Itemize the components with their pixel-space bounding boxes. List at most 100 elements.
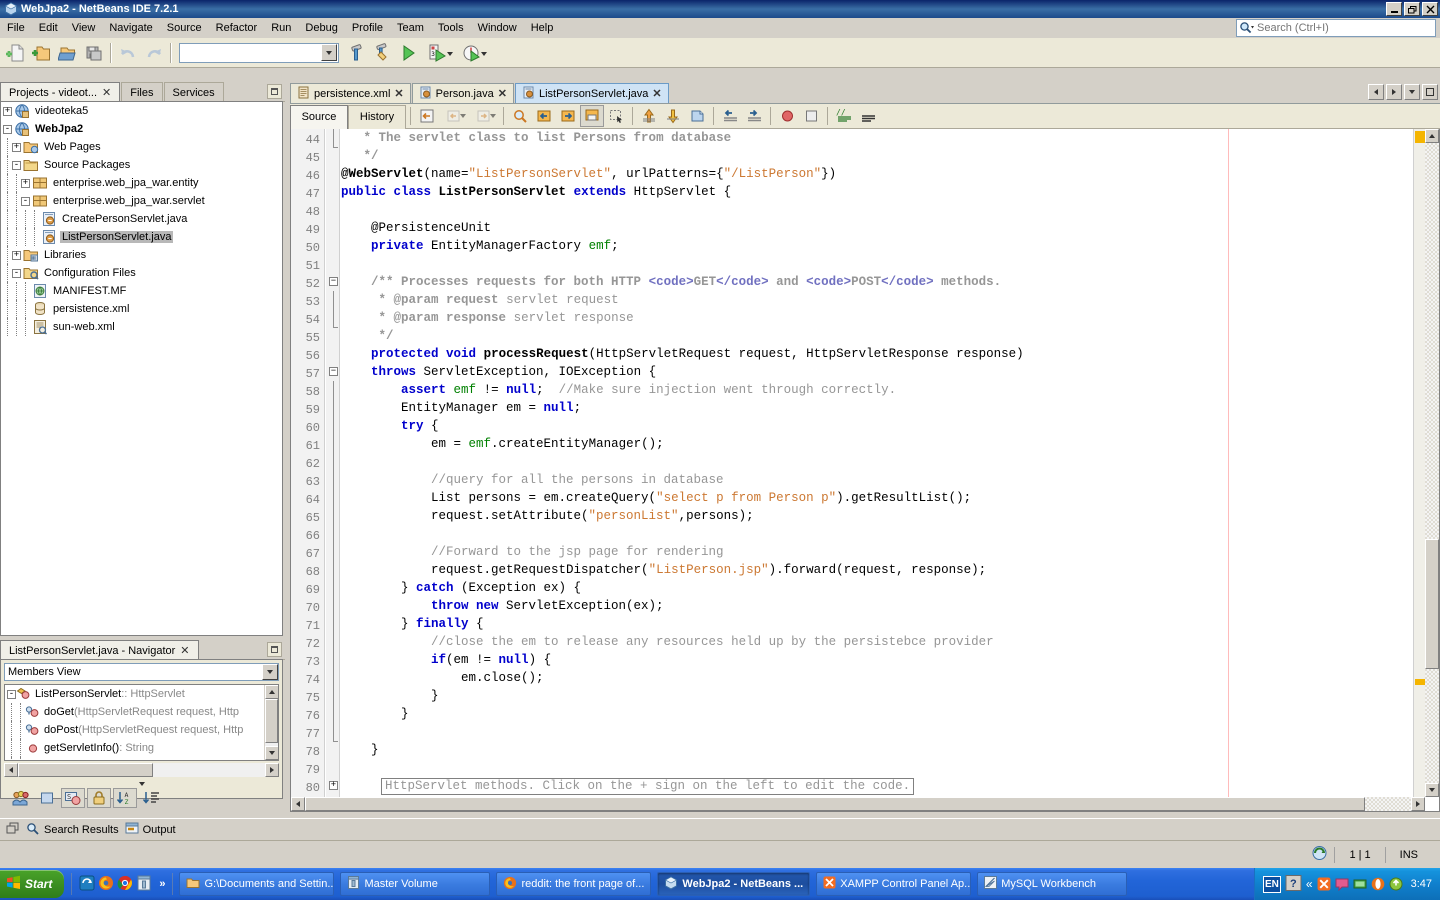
toggle-rectangular-selection-button[interactable] <box>604 105 628 127</box>
tree-item-source-packages[interactable]: - Source Packages <box>1 156 282 174</box>
shift-line-right-button[interactable] <box>742 105 766 127</box>
tree-item-createpersonservlet-java[interactable]: CreatePersonServlet.java <box>1 210 282 228</box>
update-tray-icon[interactable] <box>1389 877 1403 891</box>
menu-tools[interactable]: Tools <box>431 20 471 36</box>
code-line[interactable]: if(em != null) { <box>341 651 1439 669</box>
build-project-button[interactable] <box>343 41 369 65</box>
close-icon[interactable]: ✕ <box>652 87 661 100</box>
scroll-right-icon[interactable] <box>265 762 279 777</box>
tree-item-web-pages[interactable]: + Web Pages <box>1 138 282 156</box>
tree-item-manifest-mf[interactable]: MANIFEST.MF <box>1 282 282 300</box>
code-line[interactable]: @WebServlet(name="ListPersonServlet", ur… <box>341 165 1439 183</box>
network-tray-icon[interactable] <box>1353 877 1367 891</box>
quick-search-box[interactable] <box>1236 19 1436 37</box>
build-configuration-combo[interactable] <box>179 42 339 63</box>
tree-item-videoteka5[interactable]: + videoteka5 <box>1 102 282 120</box>
uncomment-button[interactable] <box>856 105 880 127</box>
clean-and-build-button[interactable] <box>369 41 395 65</box>
run-project-button[interactable] <box>395 41 421 65</box>
fold-expand-icon[interactable]: + <box>329 781 338 790</box>
scroll-tabs-right-button[interactable] <box>1386 84 1402 100</box>
taskbar-item-reddit[interactable]: reddit: the front page of... <box>496 872 652 896</box>
navigator-member-row[interactable]: processRequest(HttpServletRequest req <box>5 757 278 760</box>
volume-app-icon[interactable] <box>136 875 152 894</box>
code-line[interactable]: em.close(); <box>341 669 1439 687</box>
menu-refactor[interactable]: Refactor <box>209 20 265 36</box>
comment-button[interactable]: // <box>832 105 856 127</box>
show-static-members-button[interactable]: S <box>61 788 85 808</box>
previous-bookmark-button[interactable] <box>637 105 661 127</box>
tree-toggle-collapse-icon[interactable]: - <box>3 124 12 134</box>
code-line[interactable]: EntityManager em = null; <box>341 399 1439 417</box>
navigator-member-row[interactable]: getServletInfo() : String <box>5 739 278 757</box>
maximize-restore-button[interactable] <box>1404 2 1420 16</box>
scroll-down-icon[interactable] <box>265 746 278 760</box>
restore-window-icon[interactable] <box>6 822 20 838</box>
code-line[interactable]: request.setAttribute("personList",person… <box>341 507 1439 525</box>
find-next-button[interactable] <box>556 105 580 127</box>
navigator-view-selector[interactable]: Members View <box>4 663 279 681</box>
taskbar-overflow-button[interactable]: » <box>159 878 165 890</box>
tab-projects[interactable]: Projects - videot... ✕ <box>0 82 121 101</box>
sort-by-source-button[interactable] <box>139 788 163 808</box>
toggle-highlight-search-button[interactable] <box>580 105 604 127</box>
tab-files[interactable]: Files <box>121 82 163 101</box>
back-button[interactable] <box>439 105 469 127</box>
code-line[interactable] <box>341 201 1439 219</box>
toggle-bookmark-button[interactable] <box>685 105 709 127</box>
find-selection-button[interactable] <box>508 105 532 127</box>
document-list-button[interactable] <box>1404 84 1420 100</box>
maximize-editor-button[interactable] <box>1422 84 1438 100</box>
menu-window[interactable]: Window <box>471 20 524 36</box>
scroll-up-icon[interactable] <box>265 685 278 699</box>
editor-hscroll-thumb[interactable] <box>305 797 1365 811</box>
code-line[interactable]: throws ServletException, IOException { <box>341 363 1439 381</box>
menu-debug[interactable]: Debug <box>298 20 344 36</box>
new-project-button[interactable] <box>29 41 55 65</box>
tree-toggle-collapse-icon[interactable]: - <box>7 689 16 699</box>
panel-expand-icon[interactable] <box>138 782 145 786</box>
taskbar-item-master-volume[interactable]: Master Volume <box>340 872 491 896</box>
ide-notification-icon[interactable] <box>1311 845 1328 864</box>
next-bookmark-button[interactable] <box>661 105 685 127</box>
start-button[interactable]: Start <box>0 870 65 898</box>
editor-tab-person-java[interactable]: Person.java ✕ <box>411 83 514 103</box>
scroll-up-icon[interactable] <box>1425 129 1439 143</box>
profile-project-button[interactable] <box>455 41 489 65</box>
code-line[interactable] <box>341 453 1439 471</box>
scroll-left-icon[interactable] <box>291 797 305 811</box>
code-line[interactable]: //Forward to the jsp page for rendering <box>341 543 1439 561</box>
tray-expand-button[interactable]: « <box>1306 877 1313 891</box>
tree-item-listpersonservlet-java[interactable]: ListPersonServlet.java <box>1 228 282 246</box>
code-line[interactable]: */ <box>341 147 1439 165</box>
code-line[interactable]: } <box>341 741 1439 759</box>
close-button[interactable] <box>1422 2 1438 16</box>
code-line[interactable]: * @param request servlet request <box>341 291 1439 309</box>
close-icon[interactable]: ✕ <box>394 87 403 100</box>
editor-annotation-bar[interactable] <box>1413 129 1426 797</box>
navigator-member-row[interactable]: doPost (HttpServletRequest request, Http <box>5 721 278 739</box>
filter-inherited-members-button[interactable] <box>9 788 33 808</box>
tab-source[interactable]: Source <box>290 104 348 129</box>
editor-tab-persistence-xml[interactable]: persistence.xml ✕ <box>290 83 411 103</box>
tab-history[interactable]: History <box>348 104 406 129</box>
language-indicator[interactable]: EN <box>1262 875 1281 893</box>
taskbar-item-netbeans[interactable]: WebJpa2 - NetBeans ... <box>657 872 811 896</box>
navigator-horizontal-scrollbar[interactable] <box>4 762 279 777</box>
tree-item-webjpa2[interactable]: - WebJpa2 <box>1 120 282 138</box>
last-edit-position-button[interactable] <box>415 105 439 127</box>
redo-button[interactable] <box>141 41 167 65</box>
open-project-button[interactable] <box>55 41 81 65</box>
scroll-right-icon[interactable] <box>1411 797 1425 811</box>
code-line[interactable]: } finally { <box>341 615 1439 633</box>
menu-help[interactable]: Help <box>524 20 561 36</box>
toggle-breakpoint-button[interactable] <box>775 105 799 127</box>
menu-team[interactable]: Team <box>390 20 431 36</box>
stop-button[interactable] <box>799 105 823 127</box>
window-bar-search-results[interactable]: Search Results <box>26 822 119 838</box>
code-line[interactable] <box>341 723 1439 741</box>
navigator-hscroll-thumb[interactable] <box>18 762 153 777</box>
projects-tree[interactable]: + videoteka5 - WebJpa2 + Web Pages - Source Pac… <box>0 101 283 636</box>
tree-item-enterprise-web-jpa-war-entity[interactable]: + enterprise.web_jpa_war.entity <box>1 174 282 192</box>
shift-line-left-button[interactable] <box>718 105 742 127</box>
